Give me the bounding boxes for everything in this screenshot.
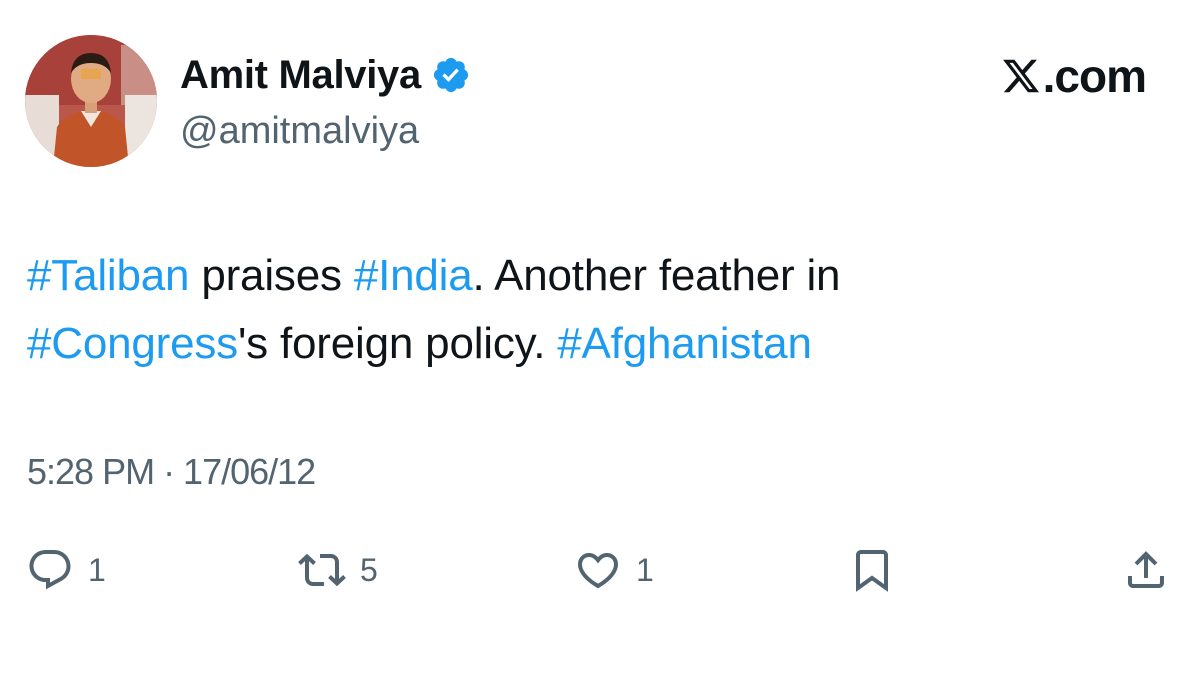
heart-icon [577,553,619,589]
retweet-count: 5 [360,552,378,588]
hashtag-link[interactable]: #Afghanistan [557,319,812,368]
brand-text: .com [1042,50,1147,102]
tweet-text-segment: 's foreign policy. [237,319,558,368]
reply-count: 1 [88,552,106,588]
bookmark-button[interactable] [848,540,896,600]
share-button[interactable] [1122,540,1170,600]
brand-logo: .com [1001,50,1147,102]
reply-button[interactable]: 1 [26,540,106,600]
action-bar: 1 5 1 [0,540,1200,600]
author-name-row: Amit Malviya [180,50,471,100]
hashtag-link[interactable]: #Taliban [27,251,190,300]
x-logo-icon [1002,59,1039,93]
verified-badge-icon [431,55,471,95]
retweet-button[interactable]: 5 [298,540,378,600]
hashtag-link[interactable]: #India [354,251,473,300]
author-handle[interactable]: @amitmalviya [180,108,419,154]
like-count: 1 [636,552,654,588]
author-name[interactable]: Amit Malviya [180,50,421,100]
share-icon [1128,551,1164,588]
retweet-icon [298,553,346,587]
tweet-text-segment: . Another feather in [472,251,841,300]
bookmark-icon [856,550,888,592]
like-button[interactable]: 1 [574,540,654,600]
avatar[interactable] [25,35,157,167]
tweet-timestamp[interactable]: 5:28 PM · 17/06/12 [27,450,316,494]
reply-icon [29,550,71,590]
tweet-text: #Taliban praises #India. Another feather… [27,242,1147,378]
hashtag-link[interactable]: #Congress [27,319,238,368]
profile-photo [25,35,157,167]
tweet-text-segment: praises [189,251,354,300]
